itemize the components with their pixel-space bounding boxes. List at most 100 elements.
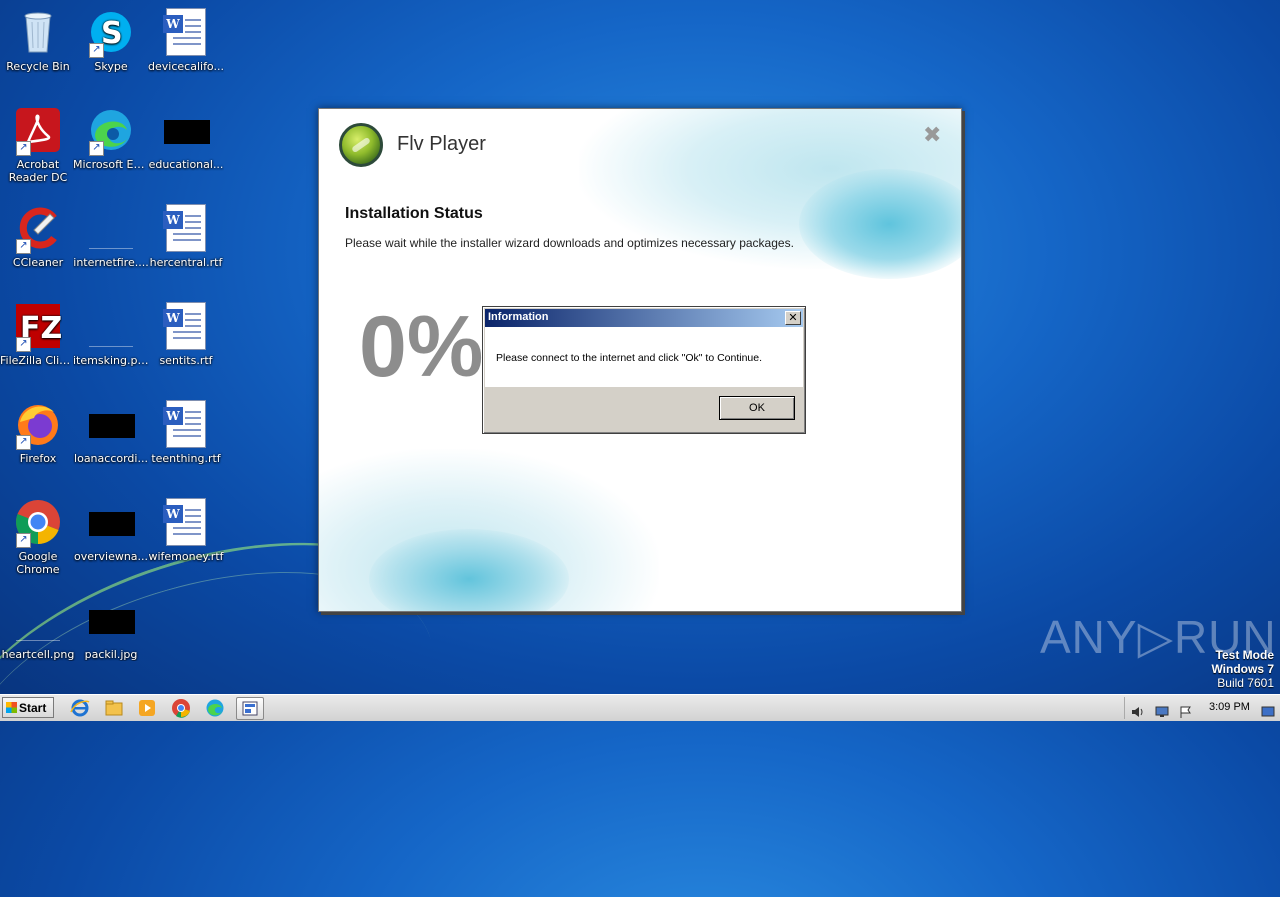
- test-mode-label: Test Mode: [1215, 648, 1274, 662]
- windows-logo-icon: [6, 702, 17, 713]
- desktop-icon-devicecalifo[interactable]: W devicecalifo...: [148, 8, 224, 73]
- desktop-icon-label: loanaccordi...: [74, 452, 148, 465]
- dialog-body: Please connect to the internet and click…: [485, 327, 803, 387]
- start-button[interactable]: Start: [2, 697, 54, 718]
- speaker-icon[interactable]: [1131, 703, 1143, 717]
- dialog-titlebar[interactable]: Information ✕: [485, 309, 803, 327]
- desktop-icon-hercentral[interactable]: W hercentral.rtf: [148, 204, 224, 269]
- desktop-icon-label: Recycle Bin: [6, 60, 70, 73]
- desktop-icon-label: Acrobat Reader DC: [8, 158, 68, 184]
- taskbar-ie-icon[interactable]: [70, 698, 90, 718]
- desktop-icon-label: itemsking.png: [73, 354, 149, 367]
- desktop-icon-label: educational...: [148, 158, 224, 171]
- taskbar-installer-task[interactable]: [236, 697, 264, 720]
- taskbar-media-player-icon[interactable]: [137, 698, 157, 718]
- firefox-icon: ↗: [14, 400, 62, 450]
- dialog-message: Please connect to the internet and click…: [496, 352, 763, 364]
- shortcut-arrow-icon: ↗: [16, 239, 31, 254]
- taskbar: Start 3:09 PM: [0, 694, 1280, 721]
- file-thumbnail-icon: [87, 498, 135, 546]
- installation-status-heading: Installation Status: [345, 205, 483, 222]
- os-name-label: Windows 7: [1211, 662, 1274, 676]
- image-file-icon: [14, 596, 62, 644]
- desktop-icon-label: FileZilla Client: [0, 354, 76, 367]
- shortcut-arrow-icon: ↗: [89, 141, 104, 156]
- chrome-icon: ↗: [14, 498, 62, 548]
- desktop-icon-internetfire[interactable]: internetfire....: [73, 204, 149, 269]
- desktop-icon-label: heartcell.png: [1, 648, 75, 661]
- taskbar-edge-icon[interactable]: [205, 698, 225, 718]
- dialog-title: Information: [488, 311, 549, 323]
- svg-text:S: S: [101, 16, 123, 51]
- file-thumbnail-icon: [162, 106, 210, 154]
- desktop-icon-filezilla[interactable]: FZ ↗ FileZilla Client: [0, 302, 76, 367]
- file-thumbnail-icon: [87, 596, 135, 644]
- desktop-icon-label: teenthing.rtf: [151, 452, 221, 465]
- image-file-icon: [87, 302, 135, 350]
- installer-app-title: Flv Player: [397, 133, 486, 155]
- shortcut-arrow-icon: ↗: [16, 435, 31, 450]
- start-label: Start: [19, 701, 47, 715]
- desktop-icon-wifemoney[interactable]: W wifemoney.rtf: [148, 498, 224, 563]
- show-desktop-icon[interactable]: [1261, 703, 1275, 717]
- action-center-flag-icon[interactable]: [1179, 703, 1191, 718]
- filezilla-icon: FZ ↗: [14, 302, 62, 352]
- shortcut-arrow-icon: ↗: [16, 533, 31, 548]
- desktop-icon-label: devicecalifo...: [148, 60, 224, 73]
- desktop-icon-teenthing[interactable]: W teenthing.rtf: [148, 400, 224, 465]
- desktop-icon-label: hercentral.rtf: [149, 256, 223, 269]
- installation-status-description: Please wait while the installer wizard d…: [345, 236, 794, 250]
- desktop-icon-packil[interactable]: packil.jpg: [73, 596, 149, 661]
- desktop-icon-heartcell[interactable]: heartcell.png: [0, 596, 76, 661]
- progress-percent: 0%: [359, 299, 484, 395]
- desktop-icon-chrome[interactable]: ↗ Google Chrome: [0, 498, 76, 576]
- shortcut-arrow-icon: ↗: [16, 337, 31, 352]
- information-dialog[interactable]: Information ✕ Please connect to the inte…: [482, 306, 806, 434]
- desktop-icon-loanaccordi[interactable]: loanaccordi...: [73, 400, 149, 465]
- network-icon[interactable]: [1155, 703, 1169, 717]
- desktop-icon-overviewna[interactable]: overviewna...: [73, 498, 149, 563]
- desktop-icon-label: packil.jpg: [84, 648, 138, 661]
- desktop-icon-label: Firefox: [19, 452, 57, 465]
- test-mode-notice: Test Mode Windows 7 Build 7601: [1211, 648, 1274, 690]
- flv-player-logo-icon: [339, 123, 383, 167]
- shortcut-arrow-icon: ↗: [89, 43, 104, 58]
- word-document-icon: W: [162, 204, 210, 252]
- desktop-icon-ccleaner[interactable]: ↗ CCleaner: [0, 204, 76, 269]
- build-label: Build 7601: [1217, 676, 1274, 690]
- desktop-icon-label: Microsoft Edge: [73, 158, 149, 171]
- word-document-icon: W: [162, 498, 210, 546]
- taskbar-chrome-icon[interactable]: [171, 698, 191, 718]
- desktop-icon-label: overviewna...: [73, 550, 149, 563]
- desktop-icon-itemsking[interactable]: itemsking.png: [73, 302, 149, 367]
- installer-close-button[interactable]: ✖: [923, 123, 941, 148]
- word-document-icon: W: [162, 400, 210, 448]
- image-file-icon: [87, 204, 135, 252]
- shortcut-arrow-icon: ↗: [16, 141, 31, 156]
- desktop-icon-label: wifemoney.rtf: [148, 550, 224, 563]
- file-thumbnail-icon: [87, 400, 135, 448]
- ccleaner-icon: ↗: [14, 204, 62, 254]
- desktop-icon-recycle-bin[interactable]: Recycle Bin: [0, 8, 76, 73]
- desktop-icon-label: internetfire....: [73, 256, 149, 269]
- word-document-icon: W: [162, 8, 210, 56]
- recycle-bin-icon: [14, 8, 62, 56]
- taskbar-explorer-icon[interactable]: [104, 698, 124, 718]
- desktop-icon-label: Skype: [94, 60, 128, 73]
- desktop-icon-skype[interactable]: S ↗ Skype: [73, 8, 149, 73]
- desktop-icon-label: Google Chrome: [16, 550, 60, 576]
- edge-icon: ↗: [87, 106, 135, 156]
- desktop-icon-label: sentits.rtf: [159, 354, 213, 367]
- desktop-icon-edge[interactable]: ↗ Microsoft Edge: [73, 106, 149, 171]
- desktop-icon-educational[interactable]: educational...: [148, 106, 224, 171]
- skype-icon: S ↗: [87, 8, 135, 58]
- ok-button[interactable]: OK: [719, 396, 795, 420]
- desktop-icon-firefox[interactable]: ↗ Firefox: [0, 400, 76, 465]
- desktop-icon-label: CCleaner: [12, 256, 64, 269]
- dialog-close-button[interactable]: ✕: [785, 311, 801, 325]
- taskbar-clock[interactable]: 3:09 PM: [1209, 701, 1250, 713]
- acrobat-icon: ↗: [14, 106, 62, 156]
- desktop-icon-acrobat[interactable]: ↗ Acrobat Reader DC: [0, 106, 76, 184]
- desktop-icon-sentits[interactable]: W sentits.rtf: [148, 302, 224, 367]
- word-document-icon: W: [162, 302, 210, 350]
